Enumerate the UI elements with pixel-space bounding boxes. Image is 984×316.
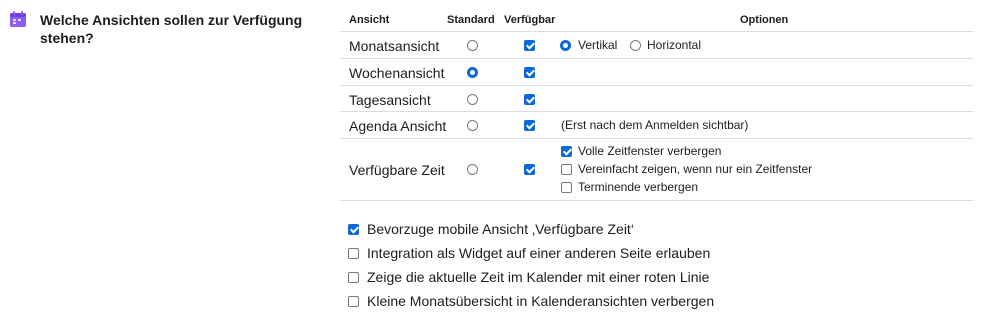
default-radio-available-time[interactable] (467, 164, 478, 175)
section-title: Welche Ansichten sollen zur Verfügung st… (40, 12, 303, 46)
option-checkbox-hide-end-time[interactable] (561, 182, 572, 193)
view-label: Wochenansicht (349, 65, 445, 81)
agenda-note: (Erst nach dem Anmelden sichtbar) (561, 118, 749, 132)
table-row-week-view: Wochenansicht (340, 59, 973, 86)
available-checkbox-available-time[interactable] (524, 164, 535, 175)
option-label-simplified-view: Vereinfacht zeigen, wenn nur ein Zeitfen… (578, 162, 813, 176)
view-label: Tagesansicht (349, 92, 431, 108)
view-label: Verfügbare Zeit (349, 162, 445, 178)
table-row-month-view: Monatsansicht Vertikal Horizontal (340, 32, 973, 59)
option-checkbox-hide-full-slots[interactable] (561, 146, 572, 157)
view-label: Monatsansicht (349, 38, 440, 54)
orientation-horizontal-label: Horizontal (647, 38, 702, 52)
pref-checkbox[interactable] (348, 224, 359, 235)
pref-checkbox[interactable] (348, 296, 359, 307)
default-radio-week[interactable] (467, 67, 478, 78)
table-row-available-time-view: Verfügbare Zeit Volle Zeitfenster verber… (340, 139, 973, 201)
available-checkbox-agenda[interactable] (524, 120, 535, 131)
orientation-horizontal-radio[interactable] (630, 40, 641, 51)
header-available: Verfügbar (504, 14, 556, 26)
pref-label: Bevorzuge mobile Ansicht ‚Verfügbare Zei… (367, 221, 634, 237)
views-table: Ansicht Standard Verfügbar Optionen Mona… (340, 10, 973, 201)
default-radio-agenda[interactable] (467, 120, 478, 131)
header-default: Standard (447, 14, 495, 26)
option-label-hide-full-slots: Volle Zeitfenster verbergen (578, 144, 722, 158)
header-options: Optionen (740, 14, 789, 26)
orientation-vertical-label: Vertikal (578, 38, 618, 52)
orientation-vertical-radio[interactable] (560, 40, 571, 51)
pref-checkbox[interactable] (348, 248, 359, 259)
available-checkbox-month[interactable] (524, 40, 535, 51)
available-checkbox-week[interactable] (524, 67, 535, 78)
pref-label: Zeige die aktuelle Zeit im Kalender mit … (367, 269, 710, 285)
header-view: Ansicht (349, 14, 390, 26)
pref-checkbox[interactable] (348, 272, 359, 283)
option-label-hide-end-time: Terminende verbergen (578, 180, 699, 194)
option-checkbox-simplified-view[interactable] (561, 164, 572, 175)
calendar-icon (10, 11, 26, 27)
available-checkbox-day[interactable] (524, 94, 535, 105)
pref-label: Integration als Widget auf einer anderen… (367, 245, 711, 261)
default-radio-day[interactable] (467, 94, 478, 105)
pref-label: Kleine Monatsübersicht in Kalenderansich… (367, 293, 715, 309)
table-header: Ansicht Standard Verfügbar Optionen (340, 10, 973, 32)
view-label: Agenda Ansicht (349, 118, 447, 134)
table-row-agenda-view: Agenda Ansicht (Erst nach dem Anmelden s… (340, 112, 973, 139)
default-radio-month[interactable] (467, 40, 478, 51)
table-row-day-view: Tagesansicht (340, 86, 973, 112)
